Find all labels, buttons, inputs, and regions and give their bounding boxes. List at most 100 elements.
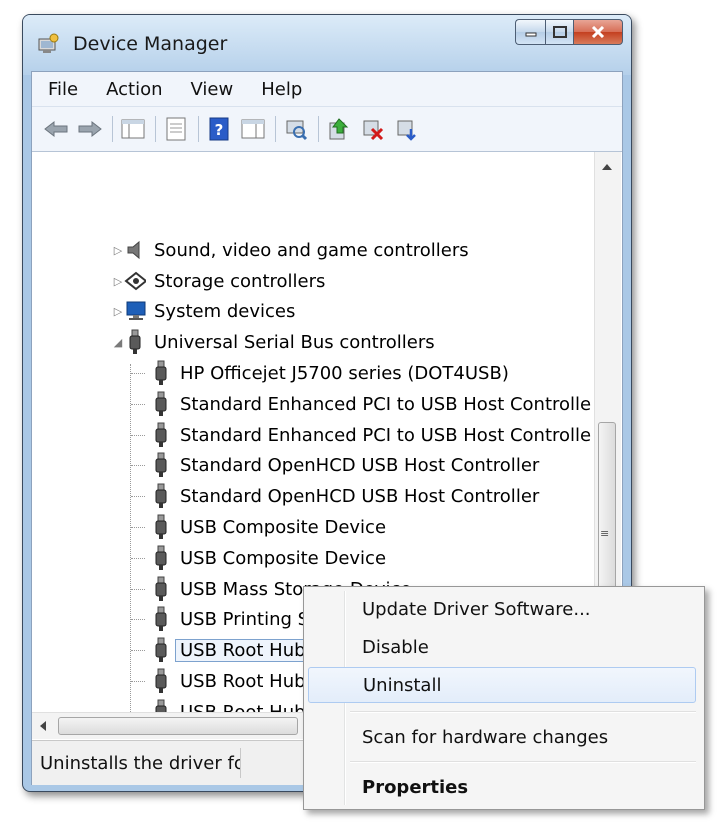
menu-item-properties[interactable]: Properties [308, 769, 696, 805]
menu-separator [350, 761, 696, 763]
close-button[interactable] [573, 19, 623, 45]
usb-plug-icon [150, 514, 172, 540]
usb-plug-icon [150, 637, 172, 663]
enable-device-icon [397, 120, 416, 141]
usb-plug-icon [150, 360, 172, 386]
tree-connector [131, 435, 145, 436]
tree-category-label: Sound, video and game controllers [154, 239, 469, 261]
menu-separator [350, 711, 696, 713]
help-button[interactable]: ? [205, 115, 233, 143]
tree-category-storage[interactable]: ▷ Storage controllers [112, 266, 326, 296]
status-divider [240, 748, 241, 778]
menu-item-uninstall[interactable]: Uninstall [308, 667, 696, 703]
tree-connector [131, 465, 145, 466]
usb-device-label: Standard OpenHCD USB Host Controller [180, 454, 540, 476]
console-tree-button[interactable] [119, 115, 147, 143]
show-hide-console-tree-icon [121, 119, 145, 139]
maximize-icon [552, 26, 567, 38]
tree-category-label: Storage controllers [154, 270, 326, 292]
tree-category-system[interactable]: ▷ System devices [112, 296, 296, 326]
device-manager-icon [38, 33, 59, 53]
tree-category-usb[interactable]: ◢ Universal Serial Bus controllers [112, 327, 435, 357]
usb-device-label: USB Composite Device [180, 516, 387, 538]
enable-device-button[interactable] [393, 115, 421, 143]
uninstall-button[interactable] [359, 115, 387, 143]
toolbar-separator [112, 116, 113, 142]
tree-category-label: System devices [154, 300, 296, 322]
tree-connector [131, 619, 145, 620]
scan-hardware-icon [286, 120, 308, 141]
close-icon [591, 26, 605, 38]
menu-item-label: Disable [362, 636, 429, 658]
computer-icon [124, 298, 146, 324]
menu-file[interactable]: File [32, 79, 92, 100]
menu-item-label: Update Driver Software... [362, 598, 591, 620]
update-driver-button[interactable] [325, 115, 353, 143]
usb-plug-icon [150, 391, 172, 417]
usb-device-row[interactable]: USB Root Hub [150, 697, 306, 712]
menu-item-label: Properties [362, 776, 469, 798]
expand-arrow-icon[interactable]: ▷ [112, 244, 124, 257]
usb-plug-icon [150, 668, 172, 694]
usb-plug-icon [124, 329, 146, 355]
expand-arrow-icon[interactable]: ▷ [112, 275, 124, 288]
usb-device-label: USB Root Hub [175, 638, 311, 662]
expand-arrow-icon[interactable]: ▷ [112, 305, 124, 318]
usb-plug-icon [150, 699, 172, 712]
usb-device-label: USB Root Hub [180, 670, 306, 692]
usb-device-label: USB Composite Device [180, 547, 387, 569]
title-bar[interactable]: Device Manager [23, 15, 631, 71]
update-driver-icon [329, 118, 349, 140]
toolbar-separator [155, 116, 156, 142]
usb-device-row[interactable]: Standard OpenHCD USB Host Controller [150, 481, 539, 511]
maximize-button[interactable] [545, 19, 573, 45]
usb-device-row[interactable]: USB Composite Device [150, 543, 386, 573]
usb-device-label: Standard Enhanced PCI to USB Host Contro… [180, 393, 592, 415]
scan-hardware-button[interactable] [282, 115, 310, 143]
horizontal-scroll-thumb[interactable] [58, 717, 298, 735]
tree-category-label: Universal Serial Bus controllers [154, 331, 435, 353]
menu-view[interactable]: View [177, 79, 248, 100]
usb-device-row[interactable]: Standard Enhanced PCI to USB Host Contro… [150, 389, 592, 419]
tree-connector [131, 496, 145, 497]
tree-connector [131, 650, 145, 651]
usb-plug-icon [150, 576, 172, 602]
scroll-grip-icon: ≡ [600, 527, 610, 540]
menu-item-scan-hardware[interactable]: Scan for hardware changes [308, 719, 696, 755]
context-menu: Update Driver Software... Disable Uninst… [303, 586, 705, 810]
usb-device-row[interactable]: USB Root Hub [150, 666, 306, 696]
tree-connector [131, 527, 145, 528]
menu-item-update-driver[interactable]: Update Driver Software... [308, 591, 696, 627]
forward-button[interactable] [76, 115, 104, 143]
usb-device-row[interactable]: USB Composite Device [150, 512, 386, 542]
back-arrow-icon [44, 120, 68, 138]
usb-device-label: Standard OpenHCD USB Host Controller [180, 485, 540, 507]
properties-icon [166, 117, 186, 141]
scroll-up-arrow-icon[interactable] [602, 164, 612, 170]
menu-action[interactable]: Action [92, 79, 176, 100]
collapse-arrow-icon[interactable]: ◢ [112, 336, 124, 349]
back-button[interactable] [42, 115, 70, 143]
properties-button[interactable] [162, 115, 190, 143]
usb-device-row-selected[interactable]: USB Root Hub [150, 635, 311, 665]
usb-plug-icon [150, 422, 172, 448]
action-pane-button[interactable] [239, 115, 267, 143]
menu-item-disable[interactable]: Disable [308, 629, 696, 665]
minimize-icon [525, 32, 536, 37]
minimize-button[interactable] [515, 19, 545, 45]
usb-plug-icon [150, 452, 172, 478]
usb-plug-icon [150, 606, 172, 632]
usb-device-row[interactable]: HP Officejet J5700 series (DOT4USB) [150, 358, 509, 388]
menu-item-label: Scan for hardware changes [362, 726, 609, 748]
menu-help[interactable]: Help [247, 79, 316, 100]
tree-category-sound[interactable]: ▷ Sound, video and game controllers [112, 235, 469, 265]
usb-device-row[interactable]: Standard OpenHCD USB Host Controller [150, 450, 539, 480]
tree-connector [130, 364, 131, 712]
forward-arrow-icon [78, 120, 102, 138]
scroll-left-arrow-icon[interactable] [40, 721, 46, 731]
status-text: Uninstalls the driver fo [40, 752, 240, 774]
usb-device-row[interactable]: Standard Enhanced PCI to USB Host Contro… [150, 420, 592, 450]
speaker-icon [124, 237, 146, 263]
window-title: Device Manager [73, 33, 228, 55]
storage-icon [124, 268, 146, 294]
